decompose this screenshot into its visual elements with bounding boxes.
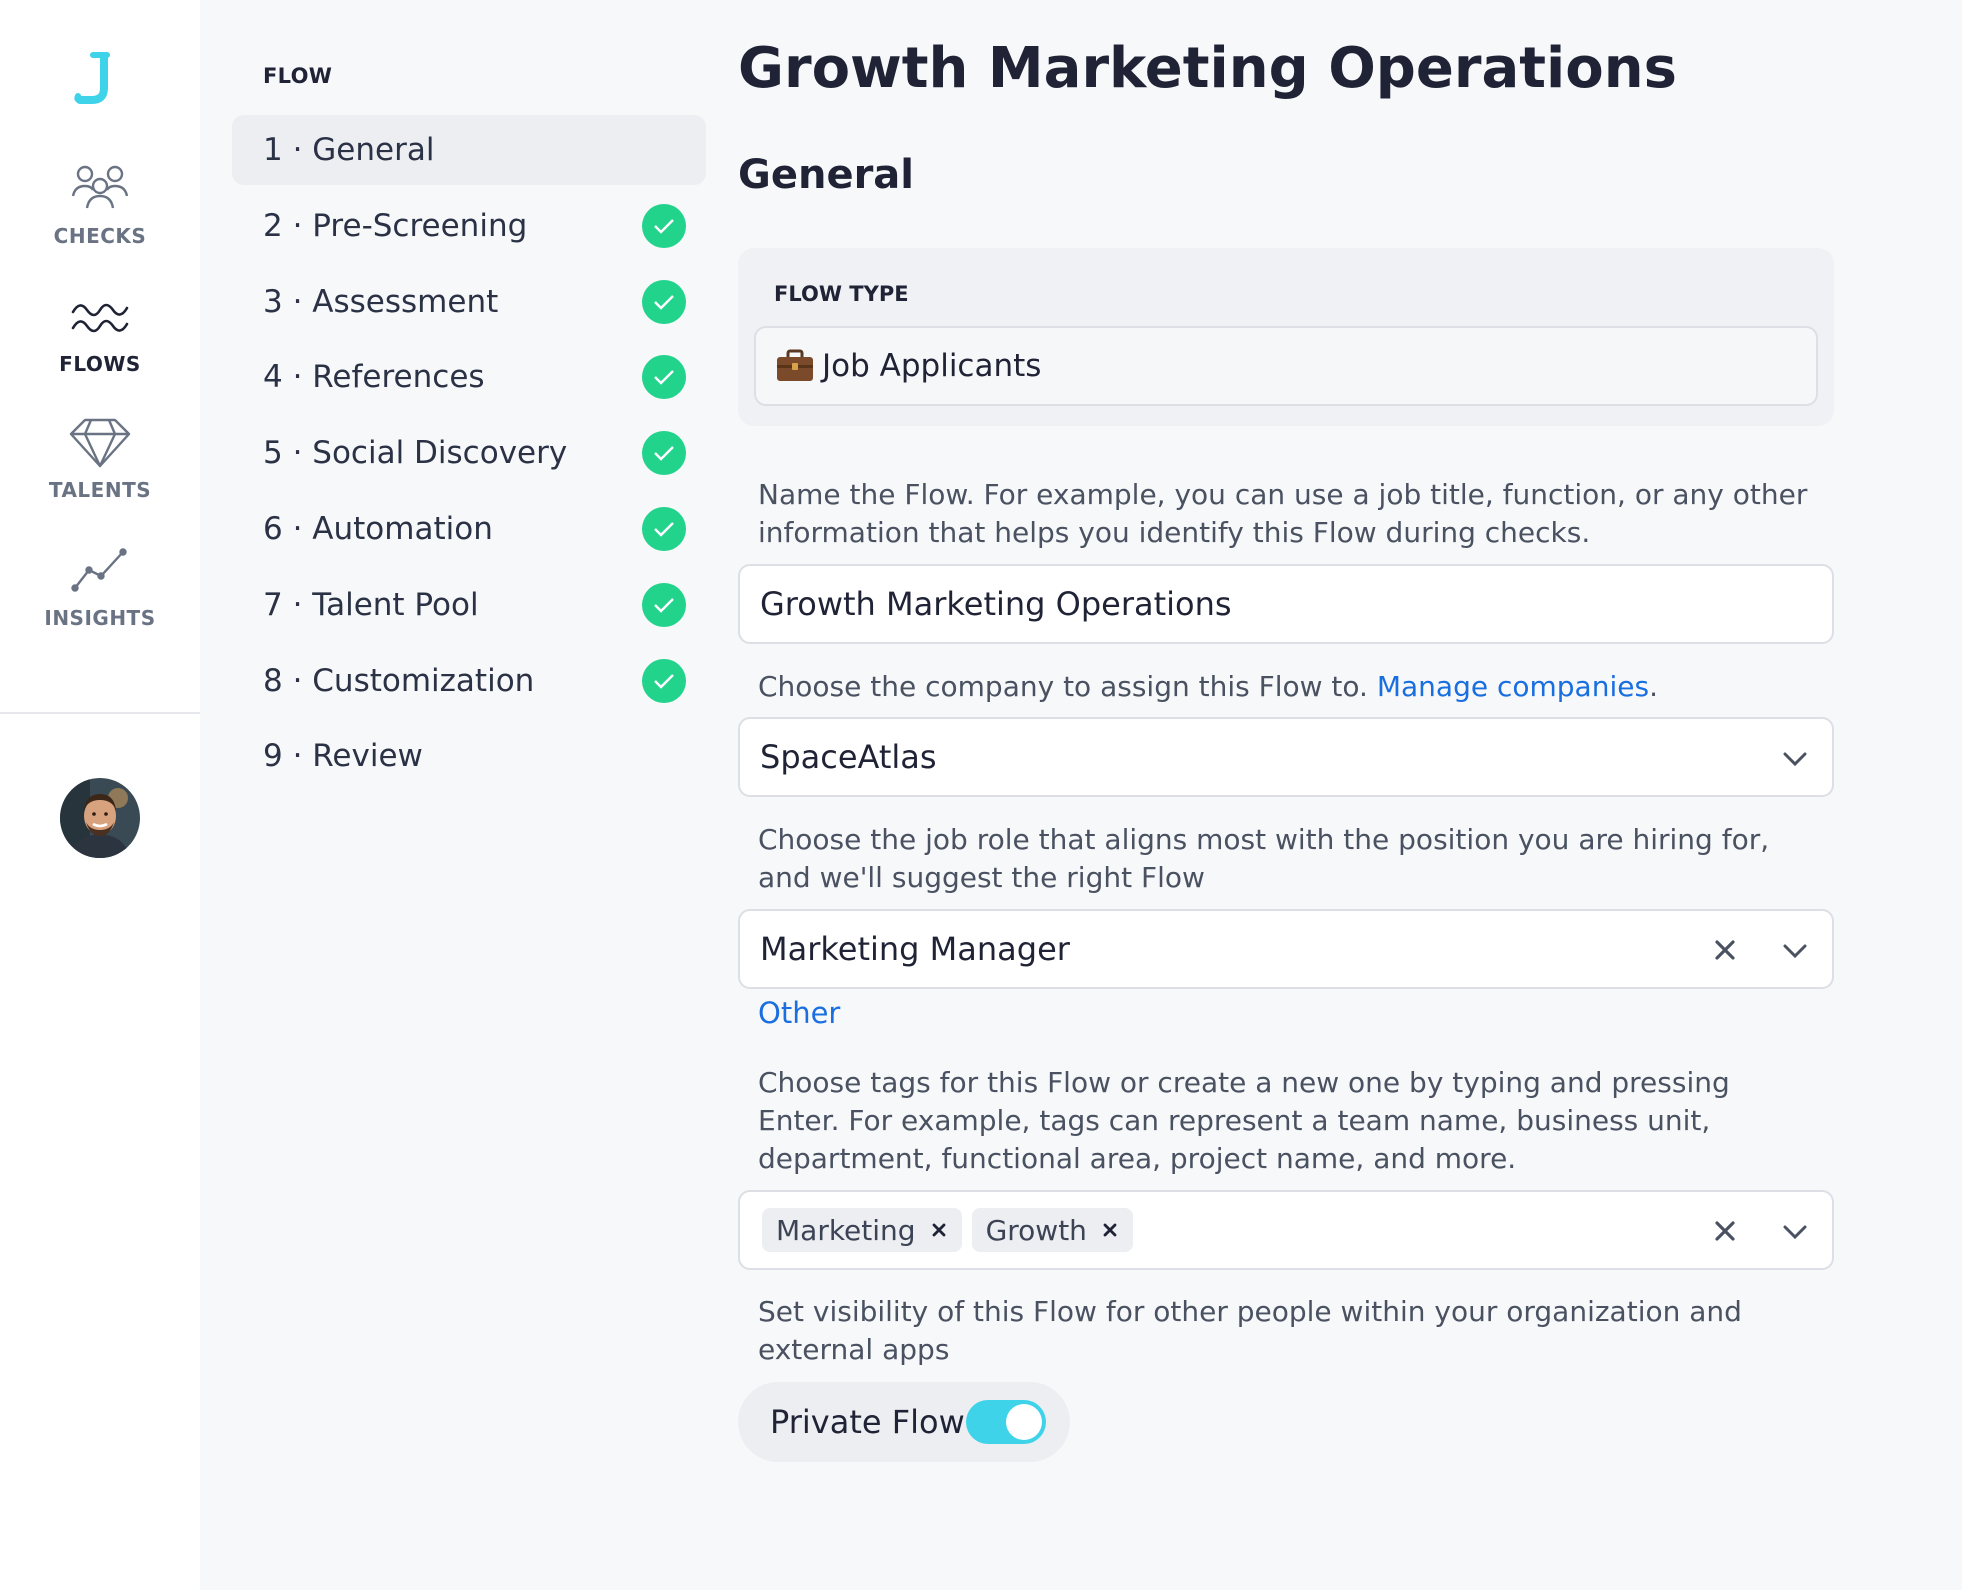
private-flow-label: Private Flow xyxy=(770,1403,965,1441)
diamond-icon xyxy=(69,418,131,468)
company-help-prefix: Choose the company to assign this Flow t… xyxy=(758,670,1368,703)
user-avatar[interactable] xyxy=(60,778,140,858)
rail-label-checks: CHECKS xyxy=(53,224,147,248)
manage-companies-link[interactable]: Manage companies xyxy=(1377,670,1649,703)
people-icon xyxy=(71,165,129,209)
tag-chip: Marketing xyxy=(762,1208,962,1252)
job-role-select[interactable]: Marketing Manager xyxy=(738,909,1834,989)
rail-item-checks[interactable]: CHECKS xyxy=(0,160,200,260)
chevron-down-icon[interactable] xyxy=(1780,745,1810,773)
flow-type-value: Job Applicants xyxy=(822,348,1042,384)
waves-icon xyxy=(71,303,129,333)
toggle-knob xyxy=(1006,1404,1042,1440)
step-review[interactable]: 9 · Review xyxy=(232,721,706,791)
step-automation[interactable]: 6 · Automation xyxy=(232,494,706,564)
chevron-down-icon[interactable] xyxy=(1780,937,1810,965)
private-flow-toggle-container: Private Flow xyxy=(738,1382,1070,1462)
step-general[interactable]: 1 · General xyxy=(232,115,706,185)
flow-name-input[interactable] xyxy=(760,585,1832,623)
section-title: General xyxy=(738,152,914,198)
tag-label: Growth xyxy=(985,1213,1087,1247)
clear-icon[interactable] xyxy=(1710,1216,1740,1246)
logo-icon[interactable] xyxy=(74,50,126,106)
tags-help-text: Choose tags for this Flow or create a ne… xyxy=(758,1066,1730,1175)
step-label: 7 · Talent Pool xyxy=(263,587,479,623)
rail-label-flows: FLOWS xyxy=(59,352,141,376)
step-talent-pool[interactable]: 7 · Talent Pool xyxy=(232,570,706,640)
remove-tag-icon[interactable] xyxy=(928,1219,950,1241)
rail-item-flows[interactable]: FLOWS xyxy=(0,288,200,388)
rail-label-talents: TALENTS xyxy=(48,478,152,502)
check-icon xyxy=(642,583,686,627)
step-social-discovery[interactable]: 5 · Social Discovery xyxy=(232,418,706,488)
left-rail: CHECKS FLOWS TALENTS INSIGHTS xyxy=(0,0,200,1590)
check-icon xyxy=(642,659,686,703)
company-select[interactable]: SpaceAtlas xyxy=(738,717,1834,797)
step-pre-screening[interactable]: 2 · Pre-Screening xyxy=(232,191,706,261)
tag-chip: Growth xyxy=(971,1208,1133,1252)
visibility-help-text: Set visibility of this Flow for other pe… xyxy=(758,1295,1742,1366)
rail-item-talents[interactable]: TALENTS xyxy=(0,414,200,514)
company-help-text: Choose the company to assign this Flow t… xyxy=(758,668,1818,706)
rail-divider xyxy=(0,712,200,714)
company-help-suffix: . xyxy=(1649,670,1658,703)
remove-tag-icon[interactable] xyxy=(1099,1219,1121,1241)
step-label: 8 · Customization xyxy=(263,663,535,699)
step-assessment[interactable]: 3 · Assessment xyxy=(232,267,706,337)
tag-label: Marketing xyxy=(776,1213,916,1247)
flow-type-field: Job Applicants xyxy=(754,326,1818,406)
name-help-text: Name the Flow. For example, you can use … xyxy=(758,478,1808,549)
rail-label-insights: INSIGHTS xyxy=(44,606,156,630)
chevron-down-icon[interactable] xyxy=(1780,1218,1810,1246)
step-label: 4 · References xyxy=(263,359,485,395)
step-customization[interactable]: 8 · Customization xyxy=(232,646,706,716)
steps-heading: FLOW xyxy=(263,64,333,88)
job-role-value: Marketing Manager xyxy=(760,930,1070,968)
other-link[interactable]: Other xyxy=(758,996,840,1030)
line-chart-icon xyxy=(71,548,127,592)
step-label: 5 · Social Discovery xyxy=(263,435,568,471)
app-root: CHECKS FLOWS TALENTS INSIGHTS FLOW 1 · G… xyxy=(0,0,1962,1590)
page-title: Growth Marketing Operations xyxy=(738,36,1677,101)
private-flow-toggle[interactable] xyxy=(966,1400,1046,1444)
avatar-icon xyxy=(60,778,140,858)
job-role-help-text: Choose the job role that aligns most wit… xyxy=(758,823,1770,894)
step-label: 1 · General xyxy=(263,132,435,168)
flow-name-field[interactable] xyxy=(738,564,1834,644)
check-icon xyxy=(642,280,686,324)
step-label: 6 · Automation xyxy=(263,511,493,547)
check-icon xyxy=(642,355,686,399)
step-references[interactable]: 4 · References xyxy=(232,342,706,412)
check-icon xyxy=(642,204,686,248)
step-label: 2 · Pre-Screening xyxy=(263,208,528,244)
check-icon xyxy=(642,431,686,475)
flow-type-label: FLOW TYPE xyxy=(774,282,909,306)
check-icon xyxy=(642,507,686,551)
tags-select[interactable]: Marketing Growth xyxy=(738,1190,1834,1270)
briefcase-icon xyxy=(776,349,814,383)
flow-type-card: FLOW TYPE Job Applicants xyxy=(738,248,1834,426)
company-value: SpaceAtlas xyxy=(760,738,937,776)
step-label: 9 · Review xyxy=(263,738,423,774)
step-label: 3 · Assessment xyxy=(263,284,499,320)
clear-icon[interactable] xyxy=(1710,935,1740,965)
rail-item-insights[interactable]: INSIGHTS xyxy=(0,542,200,642)
